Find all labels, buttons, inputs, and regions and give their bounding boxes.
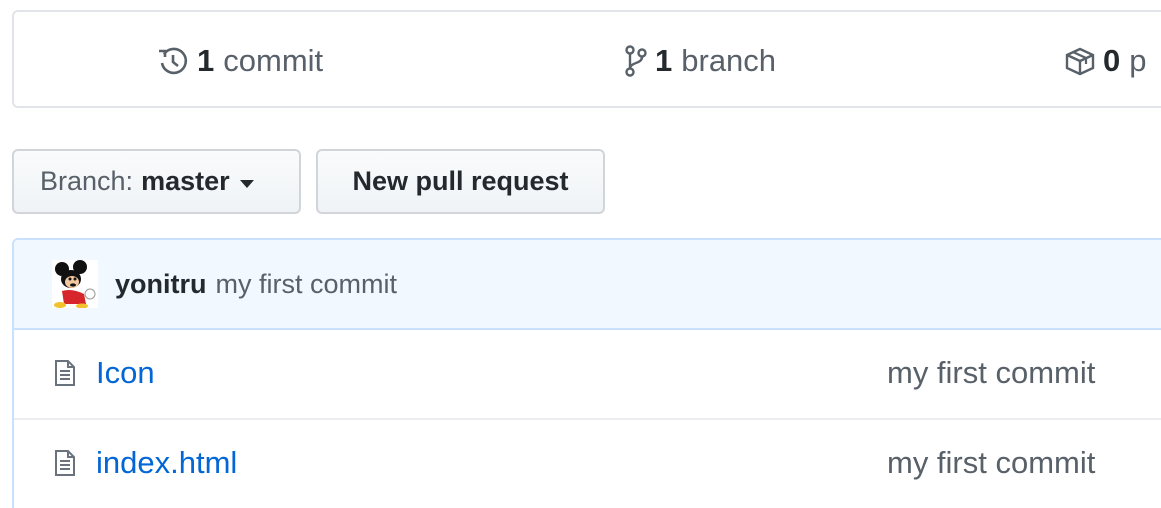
branch-select-button[interactable]: Branch: master — [12, 149, 301, 214]
branch-count: 1 — [655, 43, 673, 78]
branch-name: master — [141, 166, 230, 196]
commits-link[interactable]: 1 commit — [156, 12, 323, 110]
avatar[interactable] — [52, 260, 98, 309]
file-link-index-html[interactable]: index.html — [96, 420, 237, 506]
git-branch-icon — [624, 45, 648, 77]
commit-message[interactable]: my first commit — [216, 269, 398, 300]
repo-summary-bar: 1 commit 1 branch 0 p — [12, 10, 1161, 108]
commit-label: commit — [223, 43, 324, 78]
history-icon — [156, 45, 190, 77]
chevron-down-icon — [239, 179, 254, 188]
package-label: p — [1129, 43, 1147, 78]
new-pull-request-button[interactable]: New pull request — [316, 149, 605, 214]
file-link-icon[interactable]: Icon — [96, 330, 155, 416]
file-list: yonitru my first commit Icon my first co… — [12, 238, 1161, 508]
file-row: index.html my first commit — [14, 418, 1161, 506]
packages-link[interactable]: 0 p — [1064, 12, 1147, 110]
file-icon — [54, 449, 76, 482]
branches-link[interactable]: 1 branch — [624, 12, 776, 110]
file-commit-message[interactable]: my first commit — [887, 420, 1095, 506]
commit-count: 1 — [197, 43, 215, 78]
file-icon — [54, 359, 76, 392]
latest-commit-bar: yonitru my first commit — [14, 240, 1161, 330]
package-count: 0 — [1103, 43, 1121, 78]
package-icon — [1064, 46, 1096, 76]
branch-prefix: Branch: — [40, 166, 134, 196]
branch-label: branch — [681, 43, 777, 78]
commit-author[interactable]: yonitru — [115, 269, 207, 300]
file-commit-message[interactable]: my first commit — [887, 330, 1095, 416]
file-row: Icon my first commit — [14, 330, 1161, 418]
